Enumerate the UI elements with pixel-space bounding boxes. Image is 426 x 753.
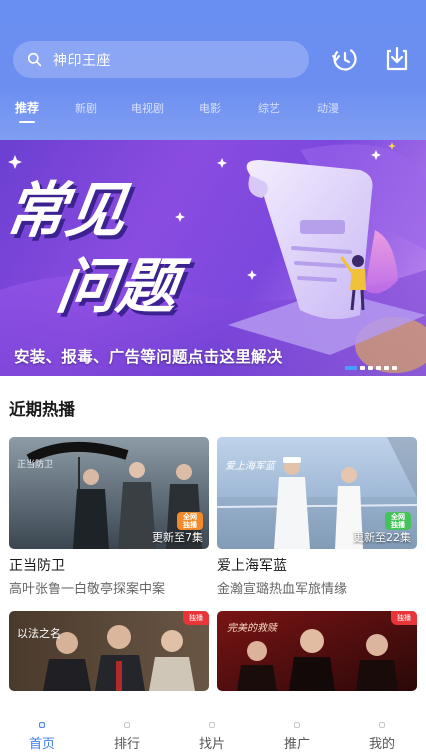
tab-variety[interactable]: 综艺 [258,100,280,116]
carousel-dot-5[interactable] [384,366,389,370]
banner-title-line1: 常见 [1,176,133,246]
carousel-indicator [345,366,405,370]
banner-caption: 安装、报毒、广告等问题点击这里解决 [14,348,283,366]
carousel-dot-4[interactable] [376,366,381,370]
profile-icon [379,722,385,728]
tab-recommend[interactable]: 推荐 [15,99,39,116]
poster-title-text: 爱上海军蓝 [225,460,277,472]
exclusive-badge: 全网 独播 [385,512,411,530]
exclusive-corner-badge: 独播 [183,611,209,625]
nav-find-label: 找片 [198,737,225,752]
video-description: 高叶张鲁一白敬亭探案中案 [9,582,166,597]
tab-movies[interactable]: 电影 [199,100,221,116]
nav-home[interactable]: 首页 [12,712,72,753]
carousel-dot-3[interactable] [368,366,373,370]
faq-banner[interactable]: 常见 常见 问题 问题 安装、报毒、广告等问题点击这里解决 [0,140,426,376]
ranking-icon [124,722,130,728]
episode-status: 更新至7集 [152,531,203,544]
search-placeholder: 神印王座 [53,53,111,69]
carousel-dot-2[interactable] [360,366,365,370]
video-poster[interactable]: 完美的救赎 独播 [217,611,417,691]
nav-promote[interactable]: 推广 [267,712,327,753]
tab-new-drama[interactable]: 新剧 [75,100,97,116]
banner-title-line2: 问题 [52,252,192,322]
home-icon [39,722,45,728]
nav-mine-label: 我的 [368,737,395,752]
video-title[interactable]: 爱上海军蓝 [217,555,287,575]
episode-status: 更新至22集 [353,531,411,544]
carousel-dot-1[interactable] [345,366,357,370]
search-icon [27,52,42,67]
exclusive-badge: 全网 独播 [177,512,203,530]
poster-title-text: 完美的救赎 [227,622,278,634]
video-poster[interactable]: 爱上海军蓝 全网 独播 更新至22集 [217,437,417,549]
video-description: 金瀚宣璐热血军旅情缘 [217,582,348,597]
category-tabs: 推荐 新剧 电视剧 电影 综艺 动漫 [0,96,426,126]
tab-tv-series[interactable]: 电视剧 [131,100,164,116]
promote-icon [294,722,300,728]
tab-anime[interactable]: 动漫 [317,100,339,116]
poster-title-text: 正当防卫 [17,458,53,470]
banner-illustration: 常见 常见 问题 问题 [0,142,426,376]
bottom-navigation: 首页 排行 找片 推广 我的 [0,712,426,753]
video-poster[interactable]: 正当防卫 全网 独播 更新至7集 [9,437,209,549]
poster-title-text: 以法之名 [17,626,61,640]
app-header: 神印王座 推荐 新剧 电视剧 电影 综艺 动漫 [0,0,426,140]
video-poster[interactable]: 以法之名 独播 [9,611,209,691]
search-bar[interactable]: 神印王座 [13,41,309,78]
nav-home-label: 首页 [28,737,55,752]
nav-mine[interactable]: 我的 [352,712,412,753]
section-title-recent-hits: 近期热播 [9,400,75,419]
find-icon [209,722,215,728]
tab-active-indicator [19,121,35,123]
download-icon[interactable] [382,44,412,74]
nav-promote-label: 推广 [283,737,310,752]
exclusive-corner-badge: 独播 [391,611,417,625]
nav-ranking-label: 排行 [113,737,140,752]
nav-ranking[interactable]: 排行 [97,712,157,753]
history-clock-icon[interactable] [330,44,360,74]
carousel-dot-6[interactable] [392,366,397,370]
video-title[interactable]: 正当防卫 [9,555,65,575]
nav-find[interactable]: 找片 [182,712,242,753]
